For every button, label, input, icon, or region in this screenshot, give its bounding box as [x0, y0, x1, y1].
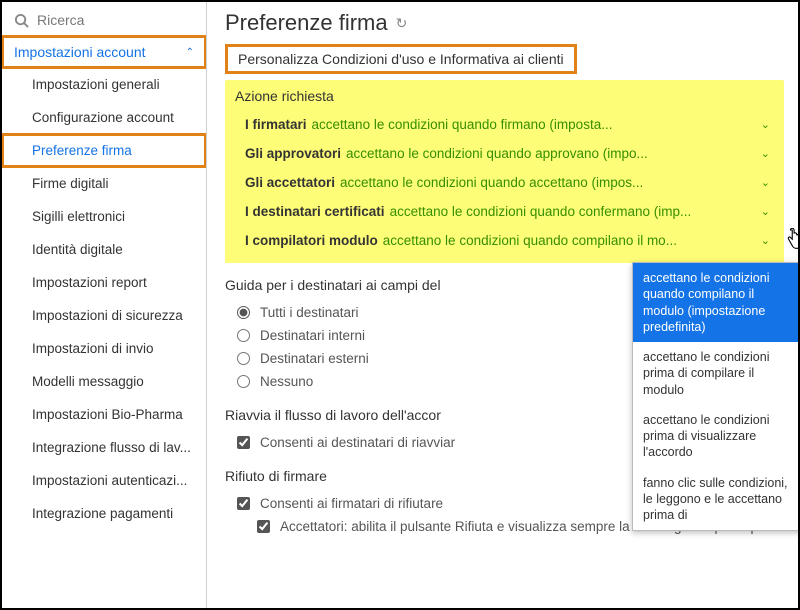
refuse-allow-label: Consenti ai firmatari di rifiutare	[260, 496, 443, 511]
dropdown-option-0[interactable]: accettano le condizioni quando compilano…	[633, 263, 798, 342]
sidebar-item-7[interactable]: Impostazioni di sicurezza	[2, 299, 206, 332]
subheading-customize: Personalizza Condizioni d'uso e Informat…	[225, 44, 577, 74]
chevron-up-icon: ⌃	[186, 47, 194, 58]
required-row-4[interactable]: I compilatori modulo accettano le condizi…	[235, 226, 774, 255]
guide-radio[interactable]	[237, 306, 250, 319]
required-row-2[interactable]: Gli accettatori accettano le condizioni q…	[235, 168, 774, 197]
chevron-down-icon[interactable]: ⌄	[761, 205, 770, 218]
refuse-acceptor-checkbox[interactable]	[257, 520, 270, 533]
required-role: I firmatari	[245, 117, 307, 132]
refresh-icon[interactable]: ↻	[396, 15, 408, 32]
guide-radio[interactable]	[237, 329, 250, 342]
sidebar-item-4[interactable]: Sigilli elettronici	[2, 200, 206, 233]
chevron-down-icon[interactable]: ⌄	[761, 234, 770, 247]
sidebar: Ricerca Impostazioni account ⌃ Impostazi…	[2, 2, 207, 608]
search-icon	[14, 13, 29, 28]
required-desc: accettano le condizioni quando accettano…	[340, 175, 751, 190]
chevron-down-icon[interactable]: ⌄	[761, 118, 770, 131]
sidebar-item-3[interactable]: Firme digitali	[2, 167, 206, 200]
sidebar-item-11[interactable]: Integrazione flusso di lav...	[2, 431, 206, 464]
required-action-title: Azione richiesta	[235, 88, 774, 104]
required-role: I compilatori modulo	[245, 233, 378, 248]
sidebar-item-10[interactable]: Impostazioni Bio-Pharma	[2, 398, 206, 431]
sidebar-item-1[interactable]: Configurazione account	[2, 101, 206, 134]
required-row-3[interactable]: I destinatari certificati accettano le co…	[235, 197, 774, 226]
sidebar-item-0[interactable]: Impostazioni generali	[2, 68, 206, 101]
required-action-block: Azione richiesta I firmatari accettano le…	[225, 80, 784, 263]
nav-header-account-settings[interactable]: Impostazioni account ⌃	[2, 36, 206, 68]
guide-option-label: Nessuno	[260, 374, 313, 389]
page-title-text: Preferenze firma	[225, 10, 388, 36]
sidebar-item-9[interactable]: Modelli messaggio	[2, 365, 206, 398]
guide-radio[interactable]	[237, 375, 250, 388]
restart-allow-label: Consenti ai destinatari di riavviar	[260, 435, 455, 450]
guide-radio[interactable]	[237, 352, 250, 365]
search-placeholder: Ricerca	[37, 12, 84, 28]
required-desc: accettano le condizioni quando firmano (…	[312, 117, 751, 132]
required-row-1[interactable]: Gli approvatori accettano le condizioni q…	[235, 139, 774, 168]
main-content: Preferenze firma ↻ Personalizza Condizio…	[207, 2, 798, 608]
sidebar-item-5[interactable]: Identità digitale	[2, 233, 206, 266]
sidebar-item-2[interactable]: Preferenze firma	[2, 134, 206, 167]
subheading-row: Personalizza Condizioni d'uso e Informat…	[225, 44, 784, 74]
dropdown-option-3[interactable]: fanno clic sulle condizioni, le leggono …	[633, 468, 798, 531]
sidebar-item-12[interactable]: Impostazioni autenticazi...	[2, 464, 206, 497]
sidebar-item-13[interactable]: Integrazione pagamenti	[2, 497, 206, 530]
guide-option-label: Tutti i destinatari	[260, 305, 359, 320]
sidebar-item-6[interactable]: Impostazioni report	[2, 266, 206, 299]
chevron-down-icon[interactable]: ⌄	[761, 176, 770, 189]
required-desc: accettano le condizioni quando conferman…	[390, 204, 751, 219]
nav-header-label: Impostazioni account	[14, 44, 146, 60]
guide-option-label: Destinatari esterni	[260, 351, 369, 366]
page-title: Preferenze firma ↻	[225, 10, 784, 36]
compiler-dropdown-popover: accettano le condizioni quando compilano…	[632, 262, 798, 531]
nav-list: Impostazioni generaliConfigurazione acco…	[2, 68, 206, 530]
restart-allow-checkbox[interactable]	[237, 436, 250, 449]
required-desc: accettano le condizioni quando approvano…	[346, 146, 751, 161]
required-role: I destinatari certificati	[245, 204, 385, 219]
required-role: Gli approvatori	[245, 146, 341, 161]
cursor-hand-icon	[784, 228, 798, 254]
sidebar-item-8[interactable]: Impostazioni di invio	[2, 332, 206, 365]
required-desc: accettano le condizioni quando compilano…	[383, 233, 751, 248]
search-row[interactable]: Ricerca	[2, 2, 206, 36]
refuse-allow-checkbox[interactable]	[237, 497, 250, 510]
required-role: Gli accettatori	[245, 175, 335, 190]
dropdown-option-2[interactable]: accettano le condizioni prima di visuali…	[633, 405, 798, 468]
chevron-down-icon[interactable]: ⌄	[761, 147, 770, 160]
dropdown-option-1[interactable]: accettano le condizioni prima di compila…	[633, 342, 798, 405]
guide-option-label: Destinatari interni	[260, 328, 365, 343]
required-row-0[interactable]: I firmatari accettano le condizioni quand…	[235, 110, 774, 139]
